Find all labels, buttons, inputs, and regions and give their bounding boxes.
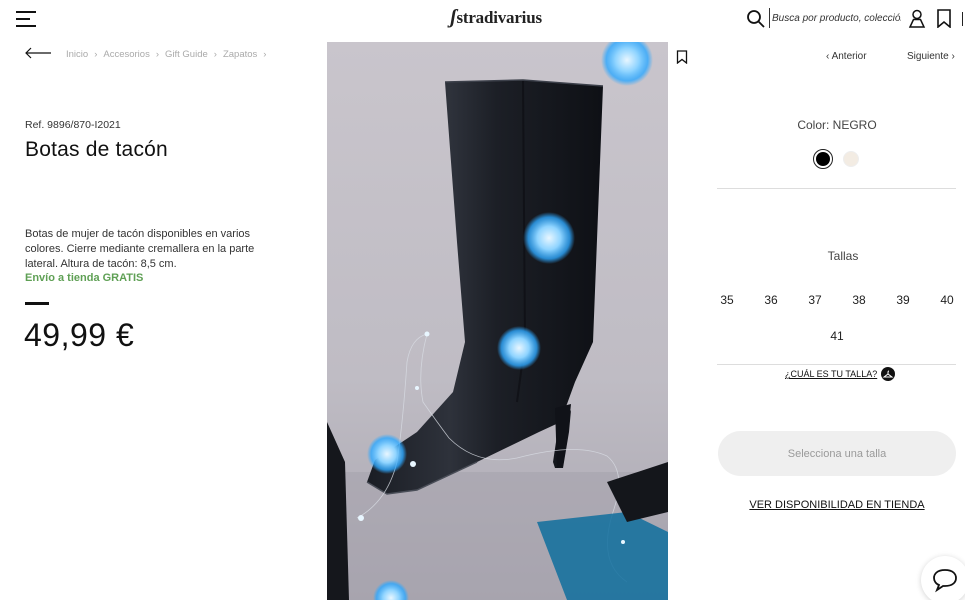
product-description: Botas de mujer de tacón disponibles en v…	[25, 228, 255, 270]
breadcrumb: Inicio › Accesorios › Gift Guide › Zapatos ›	[66, 49, 268, 60]
chevron-right-icon: ›	[263, 49, 267, 60]
size-guide-link[interactable]: ¿CUÁL ES TU TALLA?	[785, 367, 896, 381]
size-option-39[interactable]: 39	[891, 293, 915, 307]
chevron-right-icon: ›	[948, 51, 955, 62]
next-label: Siguiente	[907, 51, 949, 62]
boot-photo	[327, 42, 668, 600]
size-option-40[interactable]: 40	[935, 293, 959, 307]
next-product-link[interactable]: Siguiente ›	[907, 51, 955, 62]
chevron-right-icon: ›	[155, 49, 159, 60]
size-option-35[interactable]: 35	[715, 293, 739, 307]
size-option-38[interactable]: 38	[847, 293, 871, 307]
breadcrumb-item-inicio[interactable]: Inicio	[66, 49, 88, 60]
color-label: Color: NEGRO	[797, 118, 877, 132]
size-option-41[interactable]: 41	[825, 329, 849, 343]
size-option-37[interactable]: 37	[803, 293, 827, 307]
menu-icon[interactable]	[16, 11, 36, 27]
color-swatch-cream[interactable]	[843, 151, 859, 167]
site-header: ʃstradivarius	[0, 0, 965, 38]
free-shipping-note: Envío a tienda GRATIS	[25, 272, 144, 284]
chevron-right-icon: ›	[94, 49, 98, 60]
hanger-icon	[881, 367, 896, 381]
store-availability-link[interactable]: VER DISPONIBILIDAD EN TIENDA	[717, 499, 957, 511]
color-swatch-black[interactable]	[813, 149, 833, 169]
product-title: Botas de tacón	[25, 138, 168, 161]
chevron-right-icon: ›	[213, 49, 217, 60]
search-icon[interactable]	[746, 9, 766, 29]
sizes-label: Tallas	[827, 249, 859, 263]
breadcrumb-item-accesorios[interactable]: Accesorios	[103, 49, 149, 60]
breadcrumb-item-gift-guide[interactable]: Gift Guide	[165, 49, 208, 60]
product-image[interactable]	[327, 42, 668, 600]
chat-icon	[933, 569, 957, 593]
product-price: 49,99 €	[24, 317, 135, 353]
back-arrow-icon[interactable]	[24, 46, 52, 60]
size-guide-label: ¿CUÁL ES TU TALLA?	[785, 369, 878, 379]
select-size-button[interactable]: Selecciona una talla	[718, 431, 956, 476]
brand-logo[interactable]: ʃstradivarius	[450, 6, 542, 29]
brand-logo-text: stradivarius	[456, 8, 542, 27]
save-bookmark-icon[interactable]	[676, 50, 688, 64]
chat-button[interactable]	[921, 556, 965, 600]
product-reference: Ref. 9896/870-I2021	[25, 119, 121, 131]
breadcrumb-item-zapatos[interactable]: Zapatos	[223, 49, 257, 60]
previous-label: Anterior	[831, 51, 867, 62]
user-icon[interactable]	[908, 9, 926, 28]
size-option-36[interactable]: 36	[759, 293, 783, 307]
section-divider	[717, 188, 956, 189]
section-divider	[717, 364, 956, 365]
search-input[interactable]	[769, 8, 901, 28]
price-divider	[25, 302, 49, 305]
bookmark-icon[interactable]	[936, 9, 952, 28]
previous-product-link[interactable]: ‹ Anterior	[826, 51, 867, 62]
